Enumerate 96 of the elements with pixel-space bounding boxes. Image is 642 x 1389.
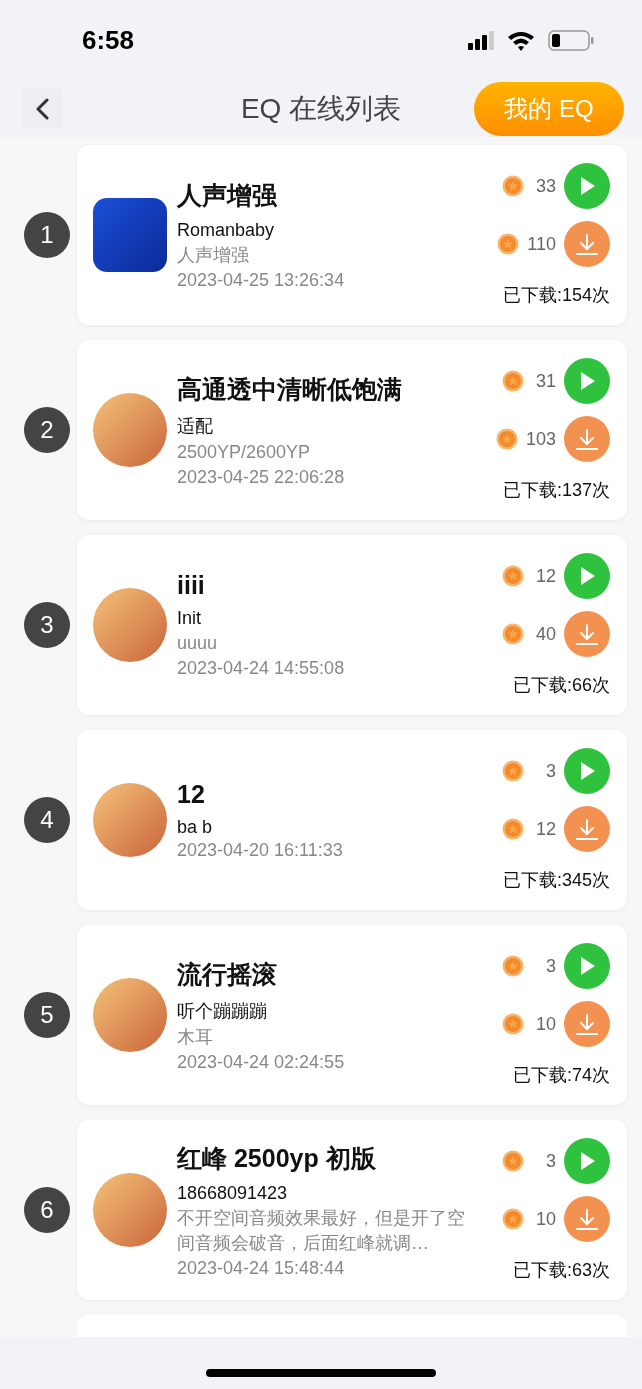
- eq-title: 高通透中清晰低饱满: [177, 373, 403, 405]
- coin-icon: [502, 955, 524, 977]
- eq-title: 流行摇滚: [177, 958, 278, 990]
- coin-icon: [502, 370, 524, 392]
- eq-title: iiii: [177, 571, 206, 600]
- listen-price: 3: [545, 1150, 556, 1172]
- author-name: 适配: [177, 414, 214, 438]
- coin-icon: [502, 760, 524, 782]
- download-button[interactable]: [564, 806, 610, 852]
- coin-icon: [495, 428, 518, 450]
- eq-description: 不开空间音频效果最好，但是开了空间音频会破音，后面红峰就调…: [177, 1206, 466, 1255]
- eq-card[interactable]: 人声增强 Romanbaby 人声增强 2023-04-25 13:26:34 33 110 已下载:154次: [77, 145, 627, 325]
- download-price: 110: [527, 233, 556, 255]
- download-icon: [576, 1013, 598, 1035]
- eq-description: 人声增强: [177, 244, 250, 267]
- download-price: 12: [534, 818, 556, 840]
- download-button[interactable]: [564, 611, 610, 657]
- download-icon: [576, 428, 598, 450]
- author-name: Init: [177, 608, 202, 629]
- play-icon: [578, 176, 596, 196]
- wifi-icon: [506, 29, 536, 51]
- author-name: 听个蹦蹦蹦: [177, 999, 268, 1023]
- play-button[interactable]: [564, 553, 610, 599]
- download-count: 已下载:66次: [512, 674, 610, 697]
- coin-icon: [502, 565, 524, 587]
- eq-title: 红峰 2500yp 初版: [177, 1142, 377, 1174]
- status-time: 6:58: [82, 24, 136, 56]
- coin-icon: [502, 1013, 524, 1035]
- author-name: 18668091423: [177, 1182, 289, 1204]
- download-icon: [576, 623, 598, 645]
- coin-icon: [502, 623, 524, 645]
- author-name: Romanbaby: [177, 220, 276, 241]
- download-count: 已下载:63次: [512, 1259, 610, 1282]
- play-icon: [578, 1151, 596, 1171]
- play-button[interactable]: [564, 1138, 610, 1184]
- play-icon: [578, 761, 596, 781]
- download-price: 10: [534, 1013, 556, 1035]
- download-count: 已下载:137次: [502, 479, 610, 502]
- back-button[interactable]: [22, 88, 62, 129]
- listen-price: 3: [545, 760, 556, 782]
- download-count: 已下载:74次: [512, 1064, 610, 1087]
- download-icon: [576, 818, 598, 840]
- download-count: 已下载:345次: [502, 869, 610, 892]
- upload-date: 2023-04-25 13:26:34: [177, 270, 346, 291]
- download-icon: [576, 1208, 598, 1230]
- battery-icon: [548, 29, 594, 51]
- coin-icon: [502, 1150, 524, 1172]
- eq-title: 12: [177, 779, 206, 809]
- coin-icon: [502, 818, 524, 840]
- upload-date: 2023-04-24 14:55:08: [177, 658, 346, 679]
- eq-card[interactable]: 12 ba b 2023-04-20 16:11:33 3 12 已下载:345次: [77, 730, 627, 910]
- play-button[interactable]: [564, 748, 610, 794]
- download-button[interactable]: [564, 221, 610, 267]
- listen-price: 31: [534, 370, 556, 392]
- upload-date: 2023-04-24 02:24:55: [177, 1051, 346, 1073]
- page-title: EQ 在线列表: [240, 91, 402, 126]
- eq-description: 木耳: [177, 1025, 214, 1049]
- rank-badge: 5: [24, 992, 70, 1038]
- author-name: ba b: [177, 816, 214, 838]
- eq-card[interactable]: 流行摇滚 听个蹦蹦蹦 木耳 2023-04-24 02:24:55 3 10 已下载:74次: [77, 925, 627, 1105]
- download-button[interactable]: [564, 1196, 610, 1242]
- rank-badge: 6: [24, 1187, 70, 1233]
- coin-icon: [502, 175, 524, 197]
- back-icon: [34, 97, 50, 120]
- eq-title: 人声增强: [177, 180, 278, 211]
- download-price: 103: [525, 428, 556, 450]
- eq-card[interactable]: iiii Init uuuu 2023-04-24 14:55:08 12 40 已下载:66次: [77, 535, 627, 715]
- download-icon: [576, 233, 598, 255]
- coin-icon: [502, 1208, 524, 1230]
- coin-icon: [497, 233, 520, 255]
- download-price: 10: [534, 1208, 556, 1230]
- play-button[interactable]: [564, 943, 610, 989]
- listen-price: 3: [545, 955, 556, 977]
- play-icon: [578, 371, 596, 391]
- download-price: 40: [534, 623, 556, 645]
- download-button[interactable]: [564, 1001, 610, 1047]
- play-icon: [578, 956, 596, 976]
- rank-badge: 1: [24, 212, 70, 258]
- eq-description: uuuu: [177, 632, 219, 655]
- listen-price: 33: [534, 175, 556, 197]
- listen-price: 12: [534, 565, 556, 587]
- signal-icon: [468, 30, 494, 50]
- play-button[interactable]: [564, 163, 610, 209]
- upload-date: 2023-04-24 15:48:44: [177, 1257, 346, 1279]
- eq-description: 2500YP/2600YP: [177, 440, 312, 464]
- upload-date: 2023-04-25 22:06:28: [177, 466, 346, 488]
- upload-date: 2023-04-20 16:11:33: [177, 839, 344, 861]
- download-button[interactable]: [564, 416, 610, 462]
- eq-card[interactable]: 红峰 2500yp 初版 18668091423 不开空间音频效果最好，但是开了空间音频会破音，后面红峰就调… 2023-04-24 15:48:44 3 10 已下载:63次: [77, 1120, 627, 1300]
- rank-badge: 3: [24, 602, 70, 648]
- play-button[interactable]: [564, 358, 610, 404]
- download-count: 已下载:154次: [502, 284, 610, 307]
- rank-badge: 2: [24, 407, 70, 453]
- play-icon: [578, 566, 596, 586]
- rank-badge: 4: [24, 797, 70, 843]
- eq-card[interactable]: 高通透中清晰低饱满 适配 2500YP/2600YP 2023-04-25 22:06:28 31 103 已下载:137次: [77, 340, 627, 520]
